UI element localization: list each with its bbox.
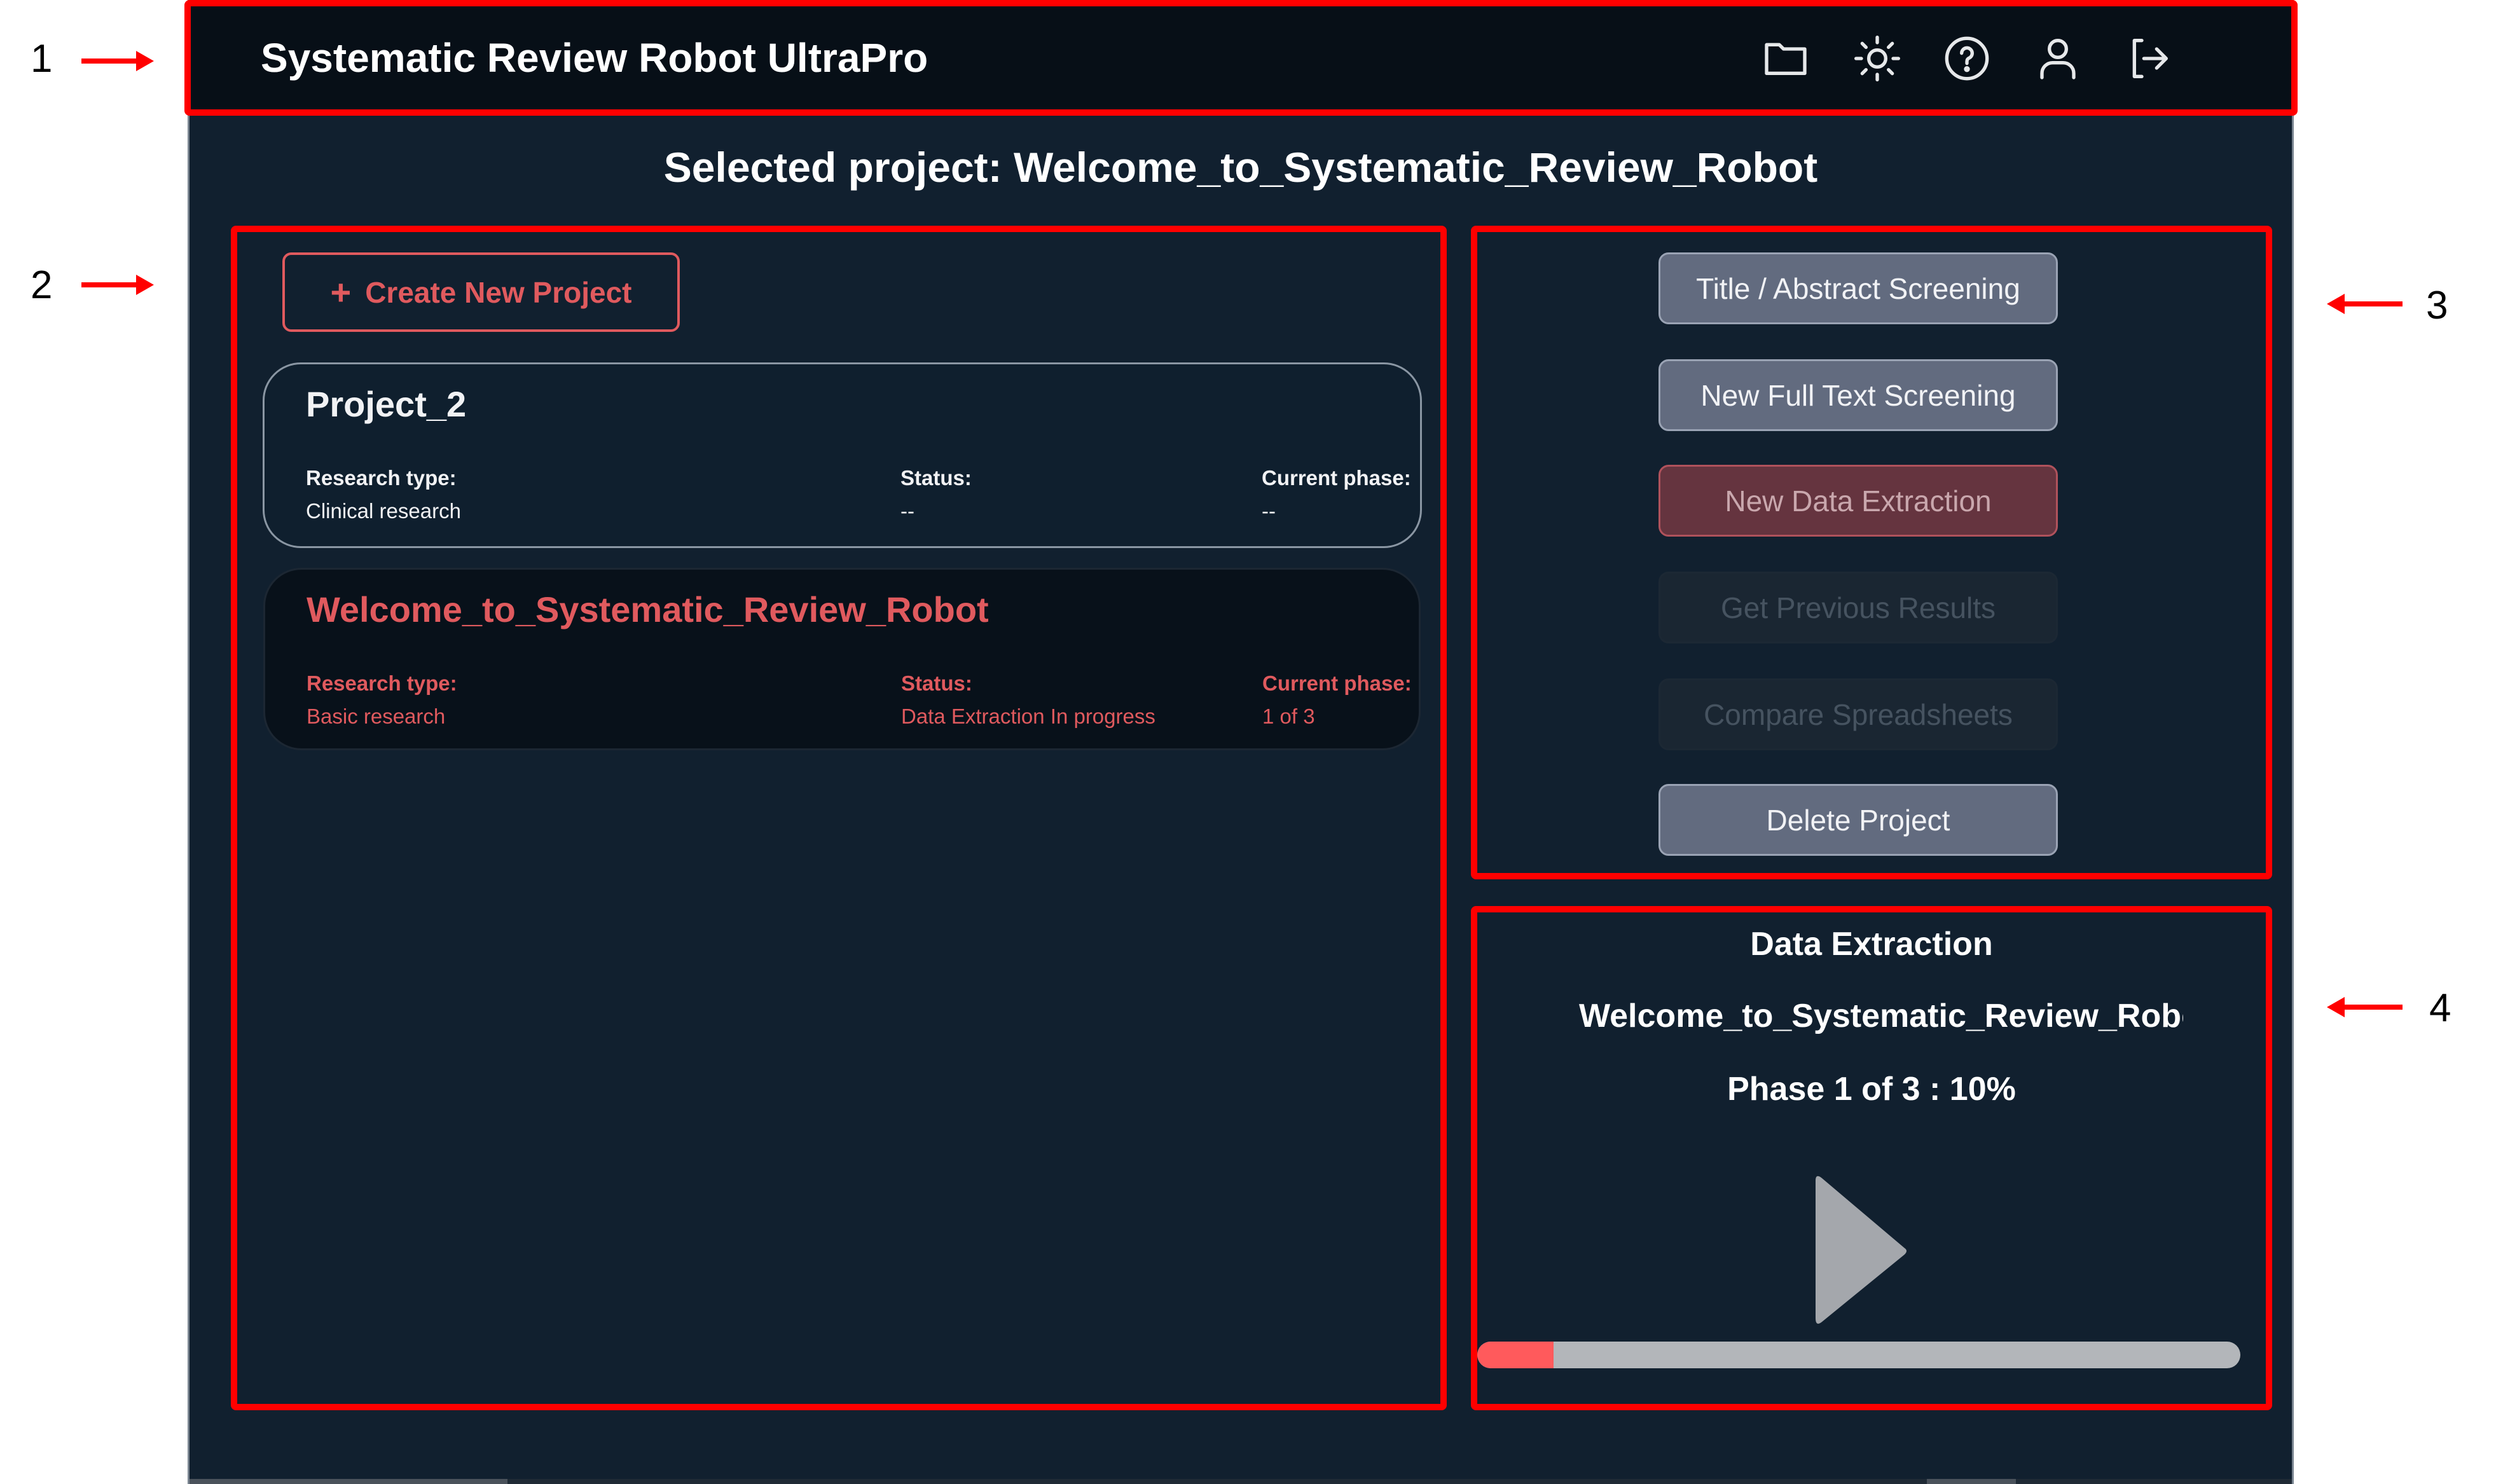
progress-bar-fill <box>1477 1342 1554 1368</box>
field-label: Status: <box>901 671 972 695</box>
play-icon[interactable] <box>1809 1173 1911 1326</box>
new-full-text-screening-button[interactable]: New Full Text Screening <box>1658 359 2058 431</box>
field-label: Current phase: <box>1262 466 1411 490</box>
scrollbar-thumb[interactable] <box>1927 1479 2016 1484</box>
field-label: Research type: <box>307 671 457 695</box>
annotation-label-3: 3 <box>2426 284 2448 327</box>
field-value: -- <box>1262 499 1276 523</box>
progress-project-name: Welcome_to_Systematic_Review_Robot <box>1579 998 2183 1034</box>
field-value: -- <box>900 499 914 523</box>
status-field: Status: Data Extraction In progress <box>901 671 1155 729</box>
research-type-field: Research type: Basic research <box>307 671 457 729</box>
current-phase-field: Current phase: 1 of 3 <box>1262 671 1412 729</box>
progress-panel-title: Data Extraction <box>1750 926 1993 963</box>
app-title: Systematic Review Robot UltraPro <box>261 35 928 81</box>
annotation-label-2: 2 <box>31 263 53 307</box>
new-data-extraction-button[interactable]: New Data Extraction <box>1658 465 2058 537</box>
annotation-label-4: 4 <box>2429 986 2451 1030</box>
project-name: Welcome_to_Systematic_Review_Robot <box>307 589 989 629</box>
field-label: Research type: <box>306 466 457 490</box>
project-card-selected[interactable]: Welcome_to_Systematic_Review_Robot Resea… <box>263 568 1421 750</box>
folder-icon[interactable] <box>1760 33 1811 84</box>
create-new-project-label: Create New Project <box>365 275 632 309</box>
annotation-arrow-1 <box>81 51 154 71</box>
field-value: Basic research <box>307 704 446 728</box>
annotation-arrow-3 <box>2327 294 2403 314</box>
top-bar: Systematic Review Robot UltraPro <box>191 6 2291 112</box>
field-label: Current phase: <box>1262 671 1412 695</box>
field-label: Status: <box>900 466 972 490</box>
research-type-field: Research type: Clinical research <box>306 466 461 523</box>
plus-icon: + <box>330 271 352 312</box>
sun-icon[interactable] <box>1852 33 1903 84</box>
project-name: Project_2 <box>306 384 467 424</box>
user-icon[interactable] <box>2032 33 2083 84</box>
annotation-arrow-2 <box>81 275 154 295</box>
get-previous-results-button: Get Previous Results <box>1658 572 2058 643</box>
create-new-project-button[interactable]: + Create New Project <box>282 252 680 332</box>
annotation-arrow-4 <box>2327 997 2403 1017</box>
project-card[interactable]: Project_2 Research type: Clinical resear… <box>263 362 1422 548</box>
logout-icon[interactable] <box>2123 33 2174 84</box>
delete-project-button[interactable]: Delete Project <box>1658 784 2058 856</box>
scrollbar-thumb[interactable] <box>190 1479 507 1484</box>
compare-spreadsheets-button: Compare Spreadsheets <box>1658 678 2058 750</box>
title-abstract-screening-button[interactable]: Title / Abstract Screening <box>1658 252 2058 324</box>
progress-bar <box>1477 1342 2240 1368</box>
field-value: Clinical research <box>306 499 461 523</box>
field-value: 1 of 3 <box>1262 704 1315 728</box>
progress-phase-text: Phase 1 of 3 : 10% <box>1727 1071 2016 1108</box>
status-field: Status: -- <box>900 466 972 523</box>
annotation-label-1: 1 <box>31 37 53 81</box>
selected-project-heading: Selected project: Welcome_to_Systematic_… <box>663 144 1818 191</box>
help-icon[interactable] <box>1941 33 1992 84</box>
current-phase-field: Current phase: -- <box>1262 466 1411 523</box>
field-value: Data Extraction In progress <box>901 704 1155 728</box>
